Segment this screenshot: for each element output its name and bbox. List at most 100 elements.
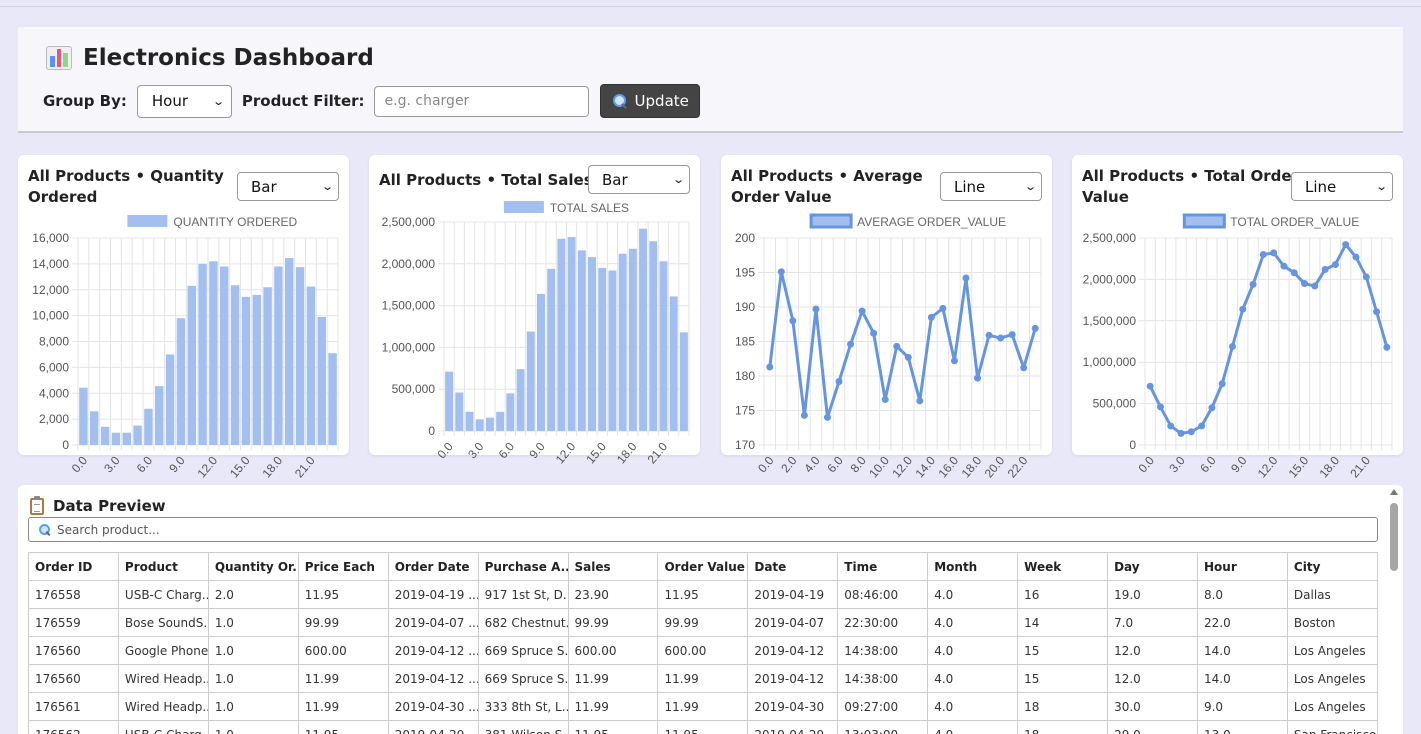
data-point[interactable] <box>1362 273 1370 281</box>
bar[interactable] <box>669 296 678 431</box>
bar[interactable] <box>252 294 261 445</box>
bar[interactable] <box>133 425 142 445</box>
data-point[interactable] <box>1270 249 1278 257</box>
data-point[interactable] <box>1383 343 1391 351</box>
bar[interactable] <box>263 287 272 445</box>
bar[interactable] <box>111 432 121 445</box>
chart-legend[interactable]: QUANTITY ORDERED <box>127 215 298 229</box>
table-row[interactable]: 176560 Google Phone 1.0 600.00 2019-04-12 ..… <box>28 636 1379 665</box>
bar[interactable] <box>588 257 597 431</box>
data-point[interactable] <box>1020 364 1028 372</box>
bar[interactable] <box>176 318 186 445</box>
data-point[interactable] <box>962 274 970 282</box>
data-point[interactable] <box>997 334 1005 342</box>
data-point[interactable] <box>777 268 785 276</box>
data-point[interactable] <box>1167 422 1175 430</box>
table-row[interactable]: 176562USB-C Charg...1.011.952019-04-29 .… <box>28 720 1379 734</box>
bar[interactable] <box>144 408 153 445</box>
bar[interactable] <box>628 248 637 431</box>
chart-legend[interactable]: AVERAGE ORDER_VALUE <box>809 213 1006 229</box>
column-header[interactable]: Price Each <box>297 552 389 581</box>
table-row[interactable]: 176558 USB-C Charg... 2.0 11.95 2019-04-19 .… <box>28 580 1379 609</box>
data-point[interactable] <box>985 331 993 339</box>
data-point[interactable] <box>974 374 982 382</box>
bar[interactable] <box>187 285 196 445</box>
table-row[interactable]: 176561 Wired Headp... 1.0 11.99 2019-04-30 .… <box>28 692 1379 721</box>
bar[interactable] <box>79 387 88 445</box>
bar[interactable] <box>547 268 556 431</box>
bar[interactable] <box>328 353 337 445</box>
table-row[interactable]: 176560 Wired Headp... 1.0 11.99 2019-04-12 .… <box>28 664 1379 693</box>
group-by-select[interactable]: Hour ⌄ <box>136 84 232 118</box>
data-point[interactable] <box>835 378 843 386</box>
bar[interactable] <box>295 267 305 445</box>
data-point[interactable] <box>950 357 958 365</box>
bar[interactable] <box>306 286 316 445</box>
column-header[interactable]: Quantity Or... <box>207 552 299 581</box>
bar[interactable] <box>90 411 99 445</box>
bar[interactable] <box>679 332 688 431</box>
data-point[interactable] <box>1239 305 1247 313</box>
data-point[interactable] <box>1198 422 1206 430</box>
bar[interactable] <box>209 261 218 445</box>
data-point[interactable] <box>847 340 855 348</box>
data-point[interactable] <box>1177 429 1185 437</box>
data-point[interactable] <box>1373 308 1381 316</box>
data-point[interactable] <box>789 317 797 325</box>
bar[interactable] <box>557 238 566 431</box>
bar[interactable] <box>241 296 251 445</box>
data-point[interactable] <box>1156 403 1164 411</box>
bar[interactable] <box>598 267 607 431</box>
table-row[interactable]: 176559 Bose SoundS... 1.0 99.99 2019-04-07 .… <box>28 608 1379 637</box>
data-point[interactable] <box>812 305 820 313</box>
data-point[interactable] <box>1008 331 1016 339</box>
column-header[interactable]: City <box>1286 552 1379 581</box>
column-header[interactable]: Order Date <box>387 552 479 581</box>
bar[interactable] <box>475 419 484 431</box>
bar[interactable] <box>100 426 110 445</box>
data-point[interactable] <box>870 329 878 337</box>
bar[interactable] <box>649 241 658 431</box>
data-point[interactable] <box>1187 428 1195 436</box>
data-point[interactable] <box>858 307 866 315</box>
bar[interactable] <box>274 266 283 445</box>
bar[interactable] <box>659 261 668 431</box>
data-point[interactable] <box>893 342 901 350</box>
data-point[interactable] <box>1331 260 1339 268</box>
data-point[interactable] <box>916 397 924 405</box>
bar[interactable] <box>516 369 525 431</box>
data-point[interactable] <box>823 413 831 421</box>
bar[interactable] <box>577 250 586 431</box>
data-point[interactable] <box>1031 324 1039 332</box>
bar[interactable] <box>155 386 164 445</box>
bar[interactable] <box>608 270 617 431</box>
bar[interactable] <box>639 228 648 431</box>
column-header[interactable]: Time <box>837 552 929 581</box>
scroll-up-icon[interactable] <box>1390 489 1398 495</box>
column-header[interactable]: Order ID <box>28 552 119 581</box>
data-point[interactable] <box>904 353 912 361</box>
bar[interactable] <box>465 411 474 431</box>
data-point[interactable] <box>1301 280 1309 288</box>
update-button[interactable]: Update <box>599 84 700 118</box>
bar[interactable] <box>122 432 131 445</box>
data-point[interactable] <box>1249 280 1257 288</box>
column-header[interactable]: Order Value <box>657 552 749 581</box>
bar[interactable] <box>445 371 454 431</box>
bar[interactable] <box>567 237 576 431</box>
chart-legend[interactable]: TOTAL SALES <box>503 201 629 215</box>
bar[interactable] <box>618 253 627 431</box>
column-header[interactable]: Purchase A... <box>477 552 569 581</box>
data-point[interactable] <box>766 363 774 371</box>
bar[interactable] <box>230 285 240 445</box>
data-point[interactable] <box>1290 269 1298 277</box>
data-point[interactable] <box>1218 380 1226 388</box>
data-point[interactable] <box>1321 265 1329 273</box>
product-filter-input[interactable] <box>373 85 589 117</box>
data-point[interactable] <box>927 313 935 321</box>
column-header[interactable]: Month <box>927 552 1019 581</box>
bar[interactable] <box>165 354 175 445</box>
data-point[interactable] <box>1342 241 1350 249</box>
bar[interactable] <box>317 316 326 445</box>
data-point[interactable] <box>800 411 808 419</box>
